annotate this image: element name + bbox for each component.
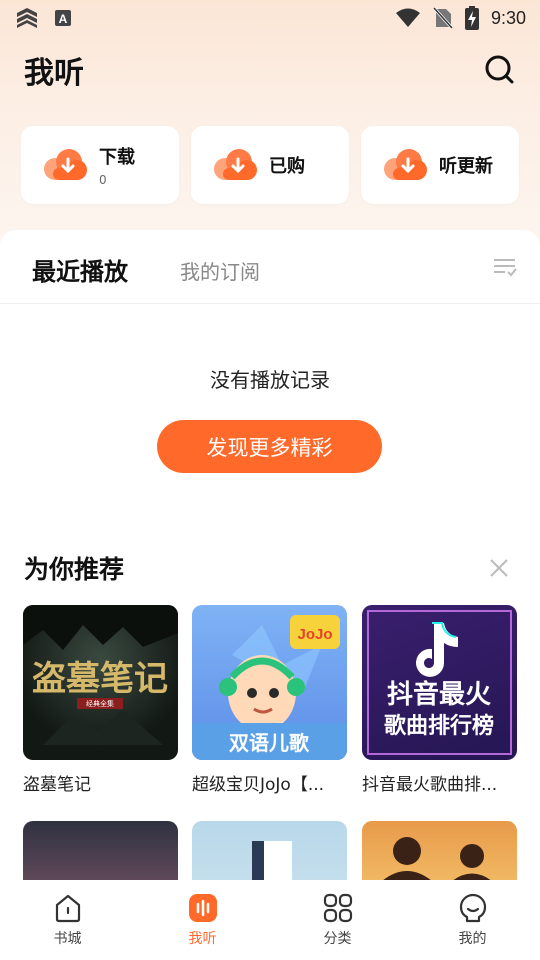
cover-art: 盗墓笔记 经典全集 bbox=[23, 605, 178, 745]
svg-text:JoJo: JoJo bbox=[297, 626, 332, 643]
keyboard-a-icon: A bbox=[55, 10, 71, 26]
item-title: 盗墓笔记 bbox=[23, 775, 91, 795]
main-panel: 最近播放 我的订阅 没有播放记录 发现更多精彩 为你推荐 盗墓笔记 经典全集 盗… bbox=[0, 230, 540, 960]
recommend-item[interactable]: 盗墓笔记 经典全集 盗墓笔记 bbox=[23, 605, 178, 795]
cover-art: 抖音最火 歌曲排行榜 bbox=[367, 610, 512, 755]
download-label: 下载 bbox=[99, 147, 135, 168]
profile-icon bbox=[459, 893, 486, 923]
updates-card[interactable]: 听更新 bbox=[361, 126, 519, 204]
no-sim-icon bbox=[432, 7, 453, 29]
download-card[interactable]: 下载 0 bbox=[21, 126, 179, 204]
empty-state-message: 没有播放记录 bbox=[210, 368, 330, 392]
nav-label-category: 分类 bbox=[323, 931, 352, 947]
search-icon[interactable] bbox=[482, 52, 516, 86]
recommend-item[interactable]: 抖音最火 歌曲排行榜 抖音最火歌曲排... bbox=[362, 605, 517, 795]
nav-label-listen: 我听 bbox=[188, 931, 217, 947]
discover-more-button[interactable]: 发现更多精彩 bbox=[157, 420, 382, 473]
recommend-item[interactable]: JoJo 双语儿歌 超级宝贝JoJo【... bbox=[192, 605, 347, 795]
recommend-title: 为你推荐 bbox=[24, 555, 125, 584]
svg-text:抖音最火: 抖音最火 bbox=[387, 679, 491, 710]
cover-image: 抖音最火 歌曲排行榜 bbox=[362, 605, 517, 760]
list-manage-icon[interactable] bbox=[493, 257, 517, 277]
purchased-label: 已购 bbox=[269, 156, 305, 177]
cover-image: 盗墓笔记 经典全集 bbox=[23, 605, 178, 760]
close-icon[interactable] bbox=[488, 557, 510, 579]
wifi-icon bbox=[395, 8, 420, 27]
cloud-download-icon bbox=[214, 149, 257, 180]
item-title: 抖音最火歌曲排... bbox=[362, 775, 498, 795]
nav-bookstore[interactable]: 书城 bbox=[0, 880, 135, 960]
page-title: 我听 bbox=[24, 56, 84, 91]
status-bar: A 9:30 bbox=[0, 0, 540, 36]
updates-label: 听更新 bbox=[439, 156, 493, 177]
cloud-download-icon bbox=[44, 149, 87, 180]
svg-text:A: A bbox=[59, 12, 68, 26]
download-count: 0 bbox=[99, 173, 107, 187]
cloud-download-icon bbox=[384, 149, 427, 180]
svg-text:双语儿歌: 双语儿歌 bbox=[229, 731, 310, 755]
app-notification-icon bbox=[17, 8, 37, 28]
tab-recent-play[interactable]: 最近播放 bbox=[32, 252, 128, 287]
battery-charging-icon bbox=[464, 6, 479, 30]
nav-listen[interactable]: 我听 bbox=[135, 880, 270, 960]
tab-bar: 最近播放 我的订阅 bbox=[0, 230, 540, 304]
bottom-nav: 书城 我听 分类 我的 bbox=[0, 880, 540, 960]
svg-text:歌曲排行榜: 歌曲排行榜 bbox=[384, 713, 494, 739]
status-time: 9:30 bbox=[490, 7, 526, 28]
nav-profile[interactable]: 我的 bbox=[405, 880, 540, 960]
grid-icon bbox=[323, 893, 352, 923]
nav-category[interactable]: 分类 bbox=[270, 880, 405, 960]
tab-my-subscriptions[interactable]: 我的订阅 bbox=[180, 256, 260, 285]
listen-icon bbox=[188, 894, 217, 922]
nav-label-bookstore: 书城 bbox=[53, 931, 82, 947]
cover-art: JoJo 双语儿歌 bbox=[192, 615, 347, 760]
quick-cards: 下载 0 已购 听更新 bbox=[21, 126, 519, 204]
nav-label-profile: 我的 bbox=[458, 931, 487, 947]
svg-text:经典全集: 经典全集 bbox=[86, 699, 114, 708]
home-icon bbox=[55, 894, 80, 923]
purchased-card[interactable]: 已购 bbox=[191, 126, 349, 204]
item-title: 超级宝贝JoJo【... bbox=[192, 775, 325, 795]
svg-text:盗墓笔记: 盗墓笔记 bbox=[32, 659, 168, 699]
cover-image: JoJo 双语儿歌 bbox=[192, 605, 347, 760]
